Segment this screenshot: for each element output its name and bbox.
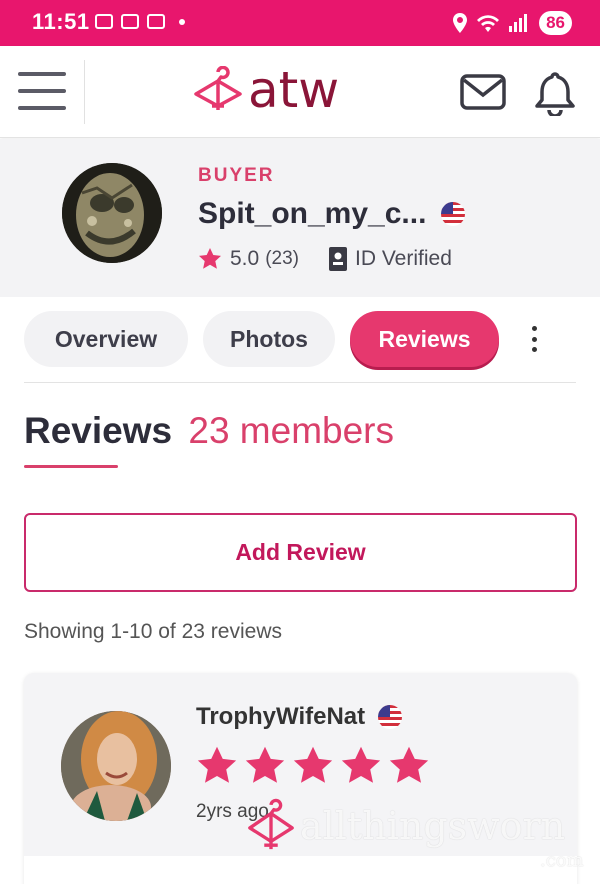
tab-reviews[interactable]: Reviews xyxy=(350,311,499,367)
profile-role: BUYER xyxy=(198,165,275,186)
tab-overview[interactable]: Overview xyxy=(24,311,188,367)
us-flag-icon xyxy=(378,705,403,729)
menu-icon[interactable] xyxy=(18,72,66,110)
screenshot-icon xyxy=(95,14,113,29)
watermark: allthingsworn xyxy=(246,798,565,854)
watermark-text: allthingsworn xyxy=(300,804,566,848)
profile-username: Spit_on_my_c... xyxy=(198,197,427,230)
watermark-sub: .com xyxy=(540,850,584,871)
location-icon xyxy=(453,13,468,33)
card-icon xyxy=(147,14,165,29)
showing-count: Showing 1-10 of 23 reviews xyxy=(24,620,282,643)
battery-indicator: 86 xyxy=(539,11,572,35)
more-options-icon[interactable] xyxy=(528,326,540,352)
id-verified-label: ID Verified xyxy=(355,247,452,270)
status-notification-icons xyxy=(95,14,185,29)
profile-section: BUYER Spit_on_my_c... 5.0 (23) ID Verifi… xyxy=(0,139,600,297)
signal-icon xyxy=(509,14,528,32)
reviews-heading-underline xyxy=(24,465,118,468)
reviews-title: Reviews xyxy=(24,410,173,451)
card-icon xyxy=(121,14,139,29)
reviewer-name[interactable]: TrophyWifeNat xyxy=(196,703,365,731)
star-icon xyxy=(341,746,381,783)
logo[interactable]: atw xyxy=(192,62,339,118)
profile-rating: 5.0 xyxy=(230,247,260,270)
hanger-watermark-icon xyxy=(248,798,294,850)
header-divider xyxy=(84,60,85,124)
bell-icon[interactable] xyxy=(534,70,576,116)
mail-icon[interactable] xyxy=(460,74,506,110)
reviews-members-count: 23 members xyxy=(188,410,395,451)
status-time: 11:51 xyxy=(32,9,90,34)
tab-photos[interactable]: Photos xyxy=(203,311,335,367)
review-card-footer xyxy=(24,856,577,884)
id-card-icon xyxy=(329,247,347,271)
tabs-divider xyxy=(24,382,576,383)
profile-rating-row: 5.0 (23) ID Verified xyxy=(198,247,452,271)
profile-tabs: Overview Photos Reviews xyxy=(24,309,576,369)
star-icon xyxy=(389,746,429,783)
reviews-heading: Reviews 23 members xyxy=(24,410,394,452)
hanger-logo-icon xyxy=(194,66,242,110)
review-stars xyxy=(196,745,430,785)
star-icon xyxy=(199,248,221,269)
wifi-icon xyxy=(477,15,500,32)
dot-icon xyxy=(179,18,185,25)
profile-avatar[interactable] xyxy=(62,163,162,263)
reviewer-name-row: TrophyWifeNat xyxy=(196,703,403,731)
status-bar: 11:51 86 xyxy=(0,0,600,46)
app-header: atw xyxy=(0,46,600,138)
us-flag-icon xyxy=(441,202,466,226)
profile-username-row: Spit_on_my_c... xyxy=(198,197,466,231)
add-review-button[interactable]: Add Review xyxy=(24,513,577,592)
star-icon xyxy=(197,746,237,783)
logo-text: atw xyxy=(248,61,340,119)
id-verified-badge: ID Verified xyxy=(329,247,452,271)
star-icon xyxy=(245,746,285,783)
reviewer-avatar[interactable] xyxy=(61,711,171,821)
star-icon xyxy=(293,746,333,783)
profile-rating-count: (23) xyxy=(265,248,299,269)
